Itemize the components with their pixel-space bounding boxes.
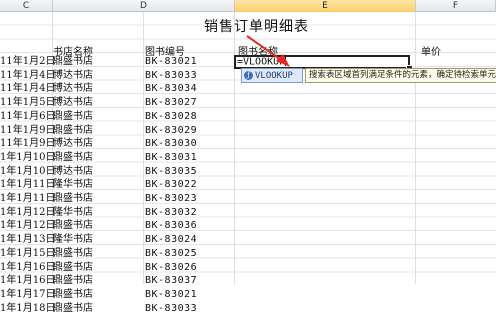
table-row[interactable]: 1年1月12日 鼎盛书店 BK-83036	[0, 219, 235, 233]
table-row[interactable]: 1年1月18日 鼎盛书店 BK-83033	[0, 302, 235, 315]
table-row[interactable]: 1年1月13日 隆华书店 BK-83024	[0, 233, 235, 247]
book-code-cell[interactable]: BK-83029	[145, 124, 197, 138]
table-row[interactable]: 1年1月11日 鼎盛书店 BK-83023	[0, 192, 235, 206]
store-cell[interactable]: 鼎盛书店	[53, 151, 93, 165]
table-row[interactable]: 11年1月4日 博达书店 BK-83033	[0, 69, 235, 83]
store-cell[interactable]: 博达书店	[53, 82, 93, 96]
column-header-c-label: C	[22, 1, 30, 11]
function-icon: ƒ	[244, 71, 253, 80]
date-cell[interactable]: 11年1月9日	[0, 137, 55, 151]
date-cell[interactable]: 1年1月10日	[0, 151, 55, 165]
book-code-cell[interactable]: BK-83021	[145, 288, 197, 302]
book-code-cell[interactable]: BK-83027	[145, 96, 197, 110]
function-suggestion-item[interactable]: ƒ VLOOKUP	[241, 68, 303, 83]
store-cell[interactable]: 博达书店	[53, 137, 93, 151]
column-header-e[interactable]: E	[235, 0, 416, 12]
function-tooltip: 搜索表区域首列满足条件的元素，确定待检索单元格在	[305, 68, 496, 83]
book-code-cell[interactable]: BK-83033	[145, 69, 197, 83]
date-cell[interactable]: 1年1月11日	[0, 178, 55, 192]
store-cell[interactable]: 博达书店	[53, 69, 93, 83]
column-header-c[interactable]: C	[0, 0, 53, 12]
book-code-cell[interactable]: BK-83026	[145, 261, 197, 275]
date-cell[interactable]: 1年1月11日	[0, 192, 55, 206]
store-cell[interactable]: 鼎盛书店	[53, 288, 93, 302]
book-code-cell[interactable]: BK-83036	[145, 219, 197, 233]
text-cursor	[285, 57, 287, 66]
column-header-d-label: D	[140, 1, 147, 11]
store-cell[interactable]: 鼎盛书店	[53, 192, 93, 206]
store-cell[interactable]: 博达书店	[53, 165, 93, 179]
store-cell[interactable]: 隆华书店	[53, 206, 93, 220]
date-cell[interactable]: 1年1月13日	[0, 233, 55, 247]
formula-text: =VLOOKUP	[237, 56, 286, 68]
table-row[interactable]: 11年1月4日 博达书店 BK-83034	[0, 82, 235, 96]
active-cell-editor[interactable]: =VLOOKUP	[234, 55, 410, 69]
table-row[interactable]: 1年1月17日 鼎盛书店 BK-83021	[0, 288, 235, 302]
store-cell[interactable]: 鼎盛书店	[53, 219, 93, 233]
date-cell[interactable]: 1年1月16日	[0, 274, 55, 288]
date-cell[interactable]: 11年1月6日	[0, 110, 55, 124]
table-row[interactable]: 11年1月2日 鼎盛书店 BK-83021	[0, 55, 235, 69]
date-cell[interactable]: 1年1月15日	[0, 247, 55, 261]
date-cell[interactable]: 1年1月17日	[0, 288, 55, 302]
table-row[interactable]: 1年1月10日 博达书店 BK-83035	[0, 165, 235, 179]
column-header-e-label: E	[322, 1, 328, 11]
date-cell[interactable]: 11年1月5日	[0, 96, 55, 110]
column-header-bar: C D E F	[0, 0, 496, 12]
book-code-cell[interactable]: BK-83037	[145, 274, 197, 288]
column-header-f[interactable]: F	[416, 0, 496, 12]
book-code-cell[interactable]: BK-83028	[145, 110, 197, 124]
header-unit-price[interactable]: 单价	[421, 43, 441, 58]
date-cell[interactable]: 11年1月9日	[0, 124, 55, 138]
book-code-cell[interactable]: BK-83030	[145, 137, 197, 151]
book-code-cell[interactable]: BK-83024	[145, 233, 197, 247]
book-code-cell[interactable]: BK-83032	[145, 206, 197, 220]
date-cell[interactable]: 1年1月12日	[0, 206, 55, 220]
table-row[interactable]: 1年1月16日 鼎盛书店 BK-83026	[0, 261, 235, 275]
date-cell[interactable]: 1年1月18日	[0, 302, 55, 315]
book-code-cell[interactable]: BK-83021	[145, 55, 197, 69]
store-cell[interactable]: 鼎盛书店	[53, 247, 93, 261]
store-cell[interactable]: 隆华书店	[53, 233, 93, 247]
store-cell[interactable]: 鼎盛书店	[53, 110, 93, 124]
table-row[interactable]: 1年1月10日 鼎盛书店 BK-83031	[0, 151, 235, 165]
column-header-f-label: F	[452, 1, 459, 11]
function-suggestion-label: VLOOKUP	[255, 70, 293, 81]
store-cell[interactable]: 鼎盛书店	[53, 261, 93, 275]
store-cell[interactable]: 鼎盛书店	[53, 55, 93, 69]
book-code-cell[interactable]: BK-83023	[145, 192, 197, 206]
book-code-cell[interactable]: BK-83031	[145, 151, 197, 165]
date-cell[interactable]: 11年1月2日	[0, 55, 55, 69]
store-cell[interactable]: 鼎盛书店	[53, 124, 93, 138]
column-header-d[interactable]: D	[53, 0, 235, 12]
date-cell[interactable]: 11年1月4日	[0, 82, 55, 96]
date-cell[interactable]: 11年1月4日	[0, 69, 55, 83]
table-row[interactable]: 11年1月5日 博达书店 BK-83027	[0, 96, 235, 110]
table-row[interactable]: 11年1月6日 鼎盛书店 BK-83028	[0, 110, 235, 124]
store-cell[interactable]: 隆华书店	[53, 178, 93, 192]
table-row[interactable]: 1年1月12日 隆华书店 BK-83032	[0, 206, 235, 220]
sheet-title[interactable]: 销售订单明细表	[204, 16, 309, 36]
book-code-cell[interactable]: BK-83022	[145, 178, 197, 192]
store-cell[interactable]: 鼎盛书店	[53, 274, 93, 288]
table-row[interactable]: 1年1月15日 鼎盛书店 BK-83025	[0, 247, 235, 261]
book-code-cell[interactable]: BK-83025	[145, 247, 197, 261]
date-cell[interactable]: 1年1月10日	[0, 165, 55, 179]
book-code-cell[interactable]: BK-83034	[145, 82, 197, 96]
book-code-cell[interactable]: BK-83035	[145, 165, 197, 179]
date-cell[interactable]: 1年1月16日	[0, 261, 55, 275]
table-row[interactable]: 1年1月11日 隆华书店 BK-83022	[0, 178, 235, 192]
book-code-cell[interactable]: BK-83033	[145, 302, 197, 315]
table-row[interactable]: 11年1月9日 博达书店 BK-83030	[0, 137, 235, 151]
store-cell[interactable]: 博达书店	[53, 96, 93, 110]
date-cell[interactable]: 1年1月12日	[0, 219, 55, 233]
store-cell[interactable]: 鼎盛书店	[53, 302, 93, 315]
table-row[interactable]: 11年1月9日 鼎盛书店 BK-83029	[0, 124, 235, 138]
table-row[interactable]: 1年1月16日 鼎盛书店 BK-83037	[0, 274, 235, 288]
